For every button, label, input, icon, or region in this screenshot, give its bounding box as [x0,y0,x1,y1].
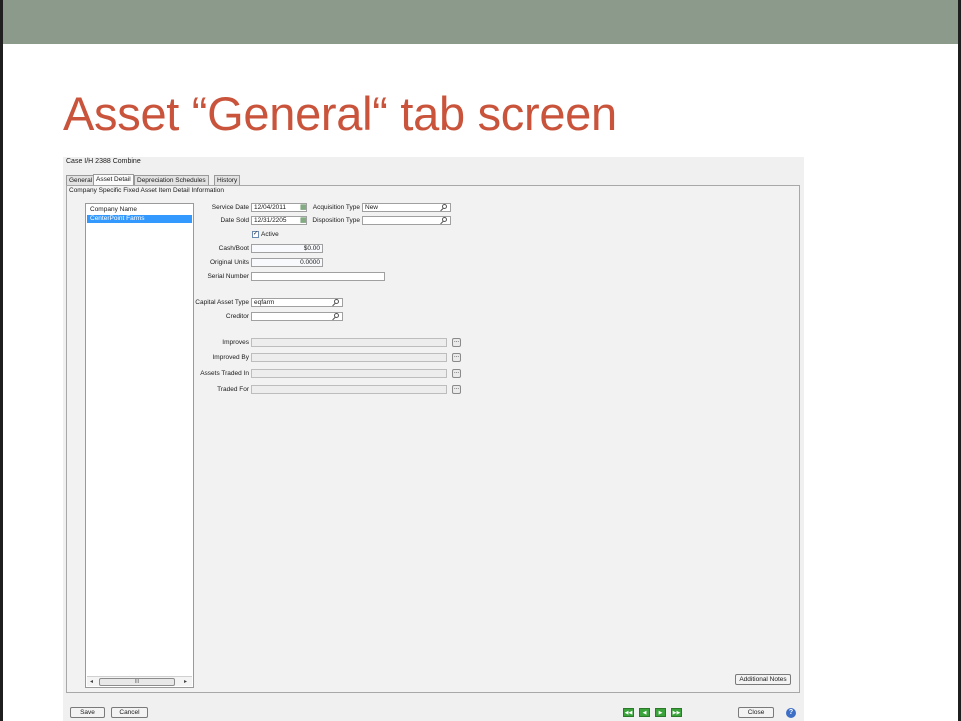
previous-record-icon[interactable]: ◀ [639,708,650,717]
tab-history[interactable]: History [214,175,241,185]
disposition-type-field[interactable] [362,216,451,225]
save-button[interactable]: Save [70,707,105,718]
slide-left-border [0,0,3,721]
first-record-icon[interactable]: ◀◀ [623,708,634,717]
tab-general[interactable]: General [66,175,96,185]
date-sold-label: Date Sold [220,217,249,224]
company-list-row[interactable]: CenterPoint Farms [87,215,192,223]
calendar-icon[interactable]: ▦ [300,216,307,224]
service-date-field[interactable]: 12/04/2011 [251,203,307,212]
close-button[interactable]: Close [738,707,774,718]
horizontal-scrollbar[interactable]: ◂ III ▸ [87,676,192,686]
serial-number-field[interactable] [251,272,385,281]
acquisition-type-field[interactable]: New [362,203,451,212]
creditor-label: Creditor [225,313,249,320]
company-list: Company Name CenterPoint Farms ◂ III ▸ [85,203,194,688]
traded-for-browse-button[interactable]: ... [452,385,461,394]
magnifier-icon[interactable] [442,217,447,222]
slide-title: Asset “General“ tab screen [63,87,617,140]
scroll-right-icon[interactable]: ▸ [184,678,187,685]
scroll-left-icon[interactable]: ◂ [90,678,93,685]
panel-header: Company Specific Fixed Asset Item Detail… [69,187,224,194]
next-record-icon[interactable]: ▶ [655,708,666,717]
capital-asset-type-field[interactable]: eqfarm [251,298,343,307]
window-title: Case I/H 2388 Combine [66,158,141,165]
improved-by-label: Improved By [212,354,250,361]
assets-traded-in-browse-button[interactable]: ... [452,369,461,378]
creditor-field[interactable] [251,312,343,321]
improves-field[interactable] [251,338,447,347]
scroll-thumb[interactable]: III [99,678,175,686]
original-units-field[interactable]: 0.0000 [251,258,323,267]
company-list-header: Company Name [90,206,137,213]
service-date-label: Service Date [211,204,249,211]
additional-notes-button[interactable]: Additional Notes [735,674,791,685]
last-record-icon[interactable]: ▶▶ [671,708,682,717]
improves-browse-button[interactable]: ... [452,338,461,347]
disposition-type-label: Disposition Type [312,217,360,224]
help-icon[interactable]: ? [786,708,796,718]
asset-detail-panel: Company Specific Fixed Asset Item Detail… [66,185,800,693]
slide-top-bar [0,0,961,44]
acquisition-type-label: Acquisition Type [312,204,360,211]
active-label: Active [261,231,279,238]
cash-boot-label: Cash/Boot [218,245,249,252]
magnifier-icon[interactable] [442,204,447,209]
calendar-icon[interactable]: ▦ [300,203,307,211]
date-sold-field[interactable]: 12/31/2205 [251,216,307,225]
original-units-label: Original Units [209,259,249,266]
asset-window: Case I/H 2388 Combine General Asset Deta… [63,157,804,721]
improved-by-browse-button[interactable]: ... [452,353,461,362]
assets-traded-in-field[interactable] [251,369,447,378]
improves-label: Improves [222,339,249,346]
cash-boot-field[interactable]: $0.00 [251,244,323,253]
serial-number-label: Serial Number [207,273,249,280]
traded-for-label: Traded For [217,386,249,393]
magnifier-icon[interactable] [334,313,339,318]
magnifier-icon[interactable] [334,299,339,304]
traded-for-field[interactable] [251,385,447,394]
active-checkbox[interactable]: ✓ [252,231,259,238]
improved-by-field[interactable] [251,353,447,362]
cancel-button[interactable]: Cancel [111,707,148,718]
capital-asset-type-label: Capital Asset Type [195,299,249,306]
assets-traded-in-label: Assets Traded In [200,370,249,377]
tab-depreciation-schedules[interactable]: Depreciation Schedules [134,175,209,185]
